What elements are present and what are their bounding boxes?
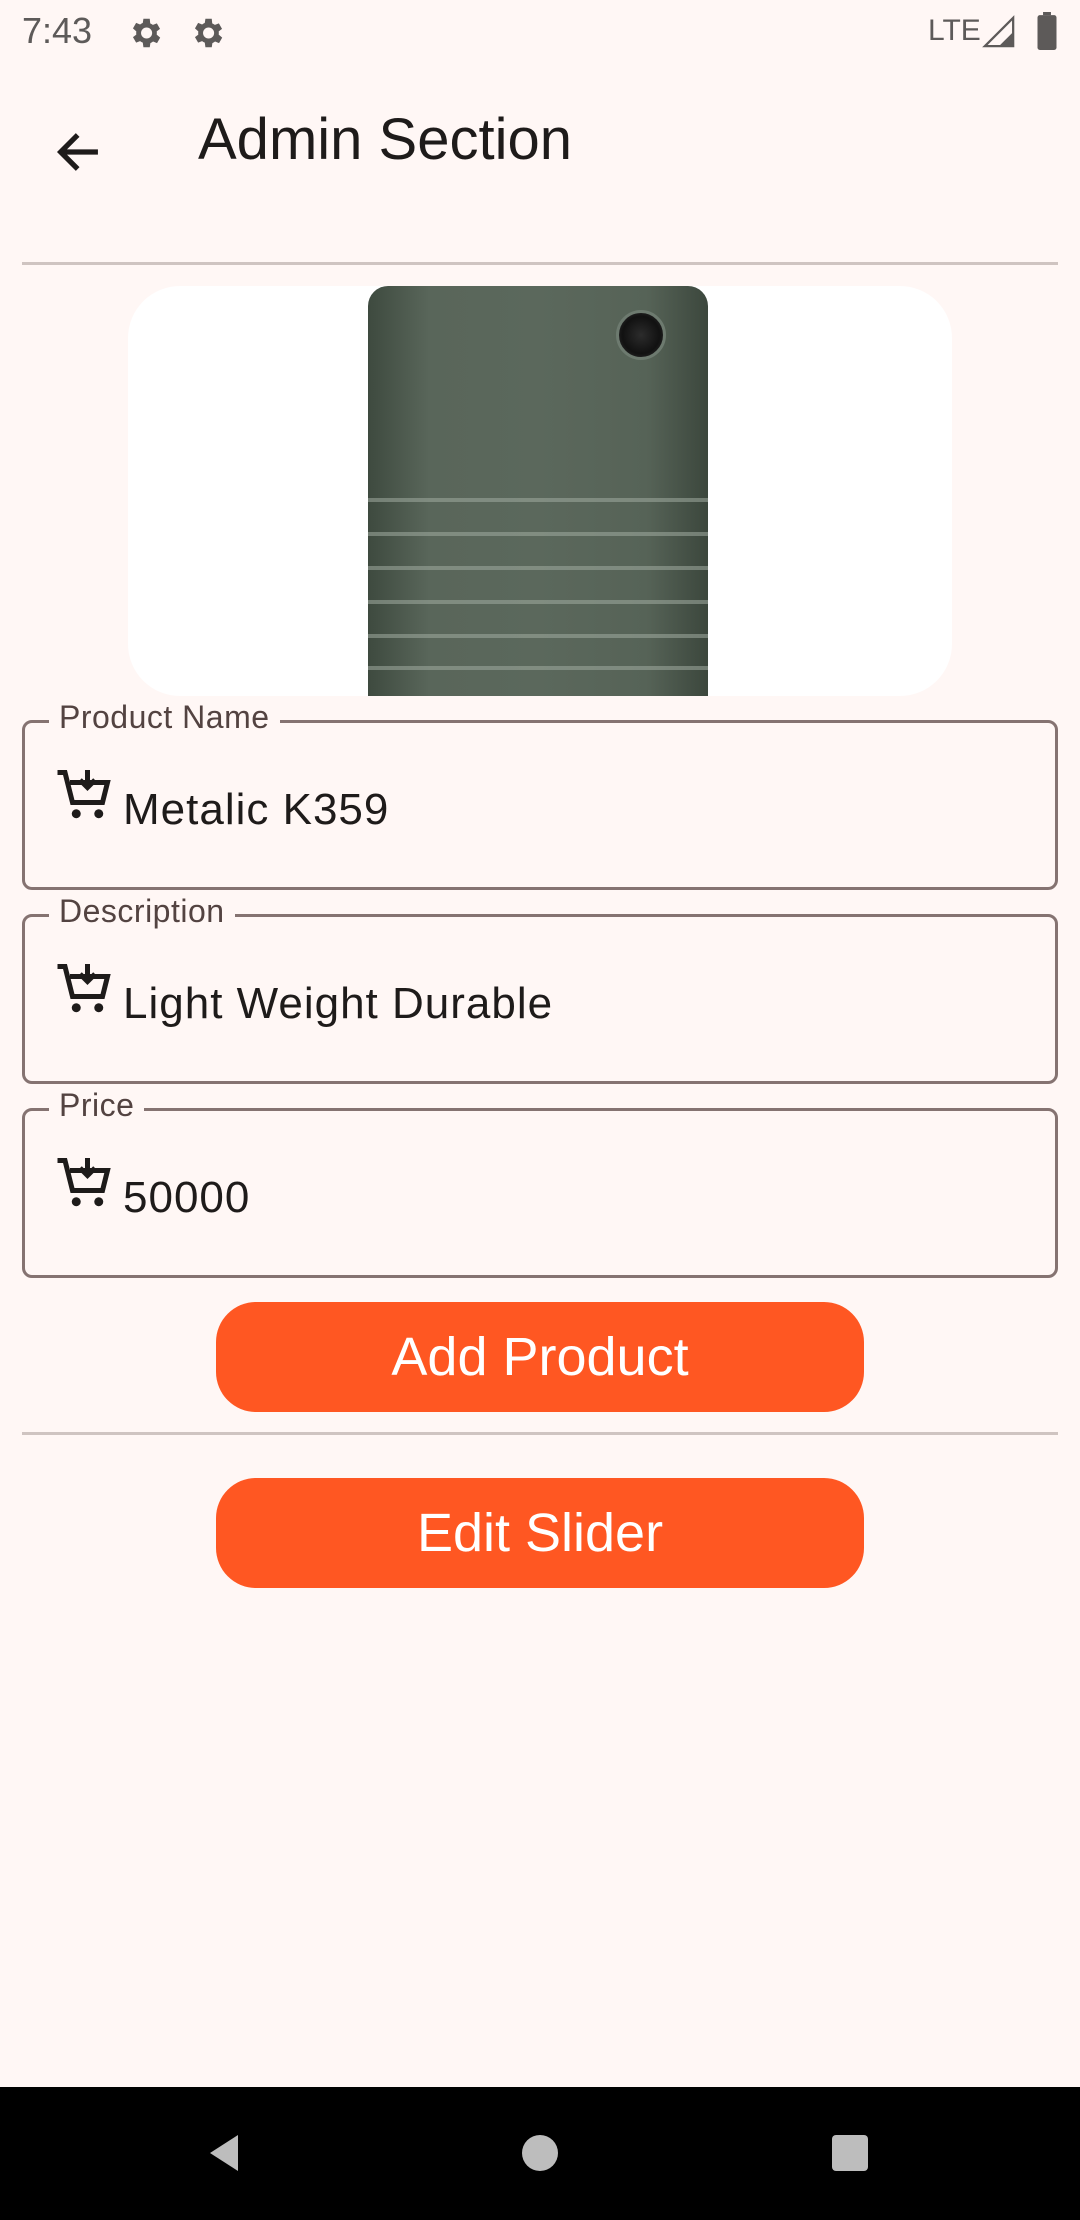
phone-ridge bbox=[368, 634, 708, 638]
edit-slider-button[interactable]: Edit Slider bbox=[216, 1478, 864, 1588]
price-input[interactable]: 50000 bbox=[123, 1173, 250, 1223]
nav-back-icon bbox=[210, 2135, 238, 2171]
phone-ridge bbox=[368, 498, 708, 502]
app-bar: Admin Section bbox=[0, 66, 1080, 216]
divider bbox=[22, 262, 1058, 265]
phone-ridge bbox=[368, 566, 708, 570]
nav-recents-button[interactable] bbox=[818, 2121, 882, 2185]
field-label: Product Name bbox=[49, 699, 280, 736]
field-label: Price bbox=[49, 1087, 145, 1124]
arrow-back-icon bbox=[56, 133, 98, 171]
product-image bbox=[128, 286, 952, 696]
price-field[interactable]: Price 50000 bbox=[22, 1087, 1058, 1278]
product-name-field[interactable]: Product Name Metalic K359 bbox=[22, 699, 1058, 890]
add-shopping-cart-icon bbox=[57, 770, 111, 819]
battery-icon bbox=[1037, 12, 1057, 50]
add-product-button[interactable]: Add Product bbox=[216, 1302, 864, 1412]
nav-home-icon bbox=[522, 2135, 558, 2171]
description-input[interactable]: Light Weight Durable bbox=[123, 979, 553, 1029]
nav-back-button[interactable] bbox=[194, 2121, 258, 2185]
status-bar: 7:43 LTE bbox=[0, 0, 1080, 66]
phone-ridge bbox=[368, 666, 708, 670]
page-title: Admin Section bbox=[198, 107, 572, 172]
back-button[interactable] bbox=[38, 112, 118, 192]
system-nav-bar bbox=[0, 2087, 1080, 2220]
signal-icon bbox=[982, 15, 1015, 48]
add-shopping-cart-icon bbox=[57, 1158, 111, 1207]
nav-recents-icon bbox=[832, 2135, 868, 2171]
product-photo bbox=[368, 286, 708, 696]
nav-home-button[interactable] bbox=[508, 2121, 572, 2185]
network-type: LTE bbox=[928, 14, 981, 47]
settings-gear-icon bbox=[194, 18, 223, 48]
field-label: Description bbox=[49, 893, 235, 930]
camera-lens bbox=[616, 310, 666, 360]
product-name-input[interactable]: Metalic K359 bbox=[123, 785, 389, 835]
phone-ridge bbox=[368, 600, 708, 604]
divider bbox=[22, 1432, 1058, 1435]
settings-gear-icon bbox=[132, 18, 161, 48]
status-time: 7:43 bbox=[22, 10, 93, 51]
add-shopping-cart-icon bbox=[57, 964, 111, 1013]
description-field[interactable]: Description Light Weight Durable bbox=[22, 893, 1058, 1084]
phone-ridge bbox=[368, 532, 708, 536]
